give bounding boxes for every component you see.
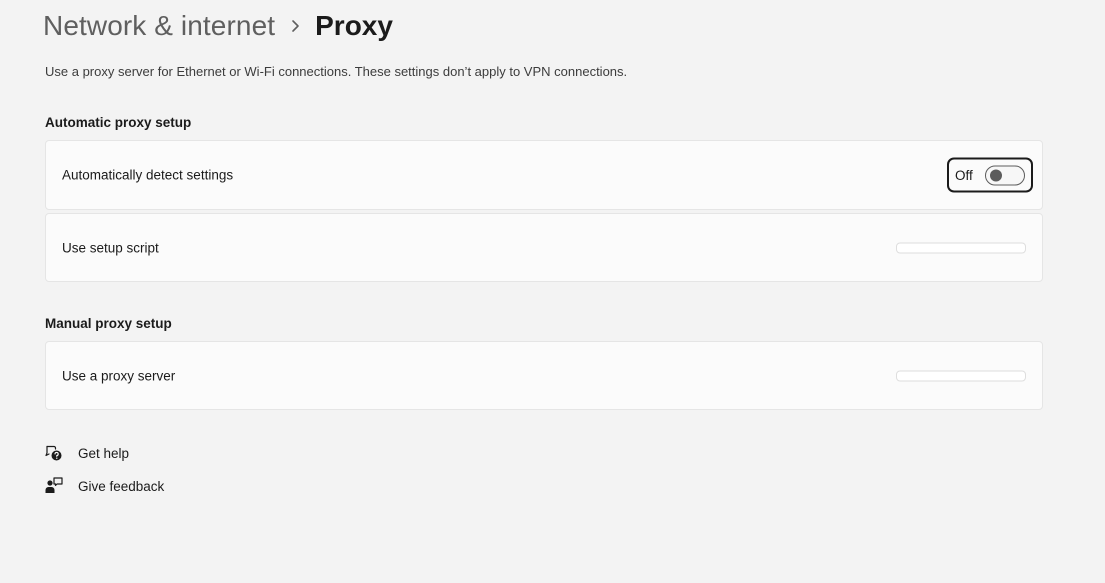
page-description: Use a proxy server for Ethernet or Wi-Fi… xyxy=(45,64,628,79)
get-help-label: Get help xyxy=(78,445,130,461)
breadcrumb: Network & internet Proxy xyxy=(43,6,393,46)
get-help-icon xyxy=(45,444,63,462)
give-feedback-link[interactable]: Give feedback xyxy=(45,476,164,496)
proxy-settings-page: Network & internet Proxy Use a proxy ser… xyxy=(0,0,1105,583)
get-help-link[interactable]: Get help xyxy=(45,443,129,463)
automatically-detect-settings-toggle[interactable]: Off xyxy=(947,157,1033,193)
use-setup-script-label: Use setup script xyxy=(62,240,159,255)
page-title: Proxy xyxy=(315,10,393,41)
breadcrumb-network-internet[interactable]: Network & internet xyxy=(43,10,275,42)
manual-proxy-setup-heading: Manual proxy setup xyxy=(45,316,172,331)
toggle-track xyxy=(985,165,1025,185)
toggle-state-label: Off xyxy=(955,167,973,183)
use-setup-script-row[interactable]: Use setup script xyxy=(45,213,1043,282)
use-proxy-server-row[interactable]: Use a proxy server xyxy=(45,341,1043,410)
setup-script-placeholder xyxy=(896,242,1026,253)
use-proxy-server-label: Use a proxy server xyxy=(62,368,176,383)
automatic-proxy-setup-heading: Automatic proxy setup xyxy=(45,115,192,130)
automatically-detect-settings-label: Automatically detect settings xyxy=(62,167,234,183)
toggle-knob xyxy=(990,169,1002,181)
give-feedback-label: Give feedback xyxy=(78,478,165,494)
automatically-detect-settings-row: Automatically detect settings Off xyxy=(45,140,1043,210)
proxy-server-placeholder xyxy=(896,370,1026,381)
give-feedback-icon xyxy=(45,477,63,495)
chevron-right-icon xyxy=(275,6,315,46)
